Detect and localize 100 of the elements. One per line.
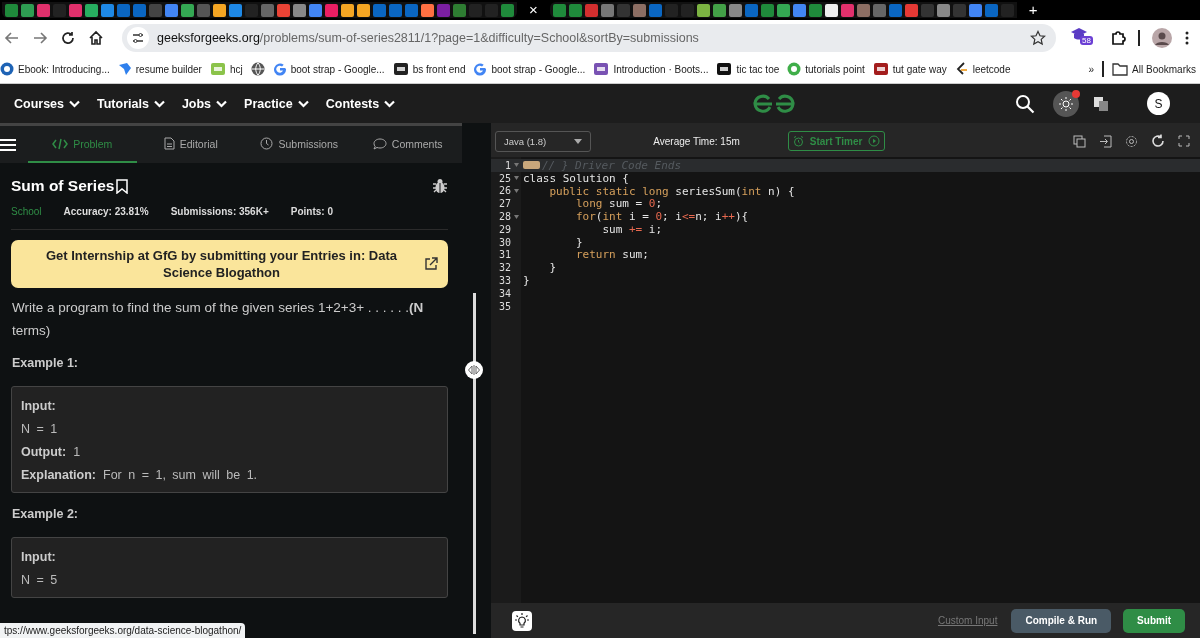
bookmark-item[interactable]: hcj	[209, 62, 243, 76]
problem-tab[interactable]: Problem	[28, 126, 137, 163]
bookmark-item[interactable]: resume builder	[117, 62, 202, 76]
folded-code-marker[interactable]	[523, 161, 540, 170]
code-line: return sum;	[574, 248, 649, 262]
bookmark-item[interactable]: boot strap - Google...	[473, 62, 586, 76]
code-line: long sum = 0;	[574, 197, 663, 211]
reload-icon[interactable]	[60, 29, 76, 46]
line-number: 27	[497, 198, 511, 210]
points-text: Points: 0	[290, 206, 333, 217]
bookmark-icon[interactable]	[116, 178, 129, 194]
tab-favicon-icon[interactable]	[213, 3, 226, 17]
internship-banner[interactable]: Get Internship at GfG by submitting your Entries in: Data Science Blogathon	[11, 240, 448, 288]
line-number: 34	[497, 287, 511, 299]
example-value: N = 5	[21, 572, 58, 589]
tab-favicon-icon[interactable]	[341, 3, 354, 17]
import-icon[interactable]	[1099, 134, 1112, 148]
reset-icon[interactable]	[1151, 134, 1165, 148]
example-label: Explanation:	[21, 467, 96, 484]
bookmark-item[interactable]: bs front end	[392, 62, 466, 76]
home-icon[interactable]	[88, 29, 104, 46]
menu-icon[interactable]	[0, 137, 16, 152]
line-number: 30	[497, 236, 511, 248]
fold-caret-icon[interactable]	[513, 176, 519, 181]
fullscreen-icon[interactable]	[1178, 135, 1190, 147]
fold-caret-icon[interactable]	[513, 189, 519, 193]
nav-menu[interactable]: Tutorials	[97, 96, 165, 111]
arrow-shape-icon	[117, 62, 132, 76]
bookmark-item[interactable]: tic tac toe	[716, 62, 780, 76]
copy-icon[interactable]	[1073, 134, 1086, 148]
tab-favicon-icon[interactable]	[421, 3, 434, 17]
profile-avatar-icon[interactable]	[1152, 27, 1172, 48]
close-tab-button[interactable]: ×	[521, 1, 546, 19]
tab-favicon-icon[interactable]	[824, 3, 838, 17]
address-bar[interactable]: geeksforgeeks.org/problems/sum-of-series2811/1?page=1&difficulty=School&sortBy=submissions	[122, 23, 1056, 52]
folder-icon	[1112, 62, 1129, 76]
settings-icon[interactable]	[1125, 134, 1138, 148]
bookmark-item[interactable]: leetcode	[954, 62, 1011, 76]
example-value: For n = 1, sum will be 1.	[103, 467, 258, 484]
globe-bookmark[interactable]	[250, 62, 265, 76]
problem-tab[interactable]: Submissions	[245, 126, 354, 163]
chevron-down-icon	[297, 99, 309, 108]
forward-icon[interactable]	[32, 29, 48, 46]
compile-run-button[interactable]: Compile & Run	[1011, 608, 1112, 633]
chat-bubble-icon	[372, 137, 387, 150]
problem-tab[interactable]: Editorial	[136, 126, 245, 163]
code-line: }	[574, 235, 583, 249]
submit-button[interactable]: Submit	[1123, 608, 1185, 633]
g-shape-icon	[473, 62, 488, 76]
line-number: 29	[497, 223, 511, 235]
code-line: }	[548, 261, 557, 275]
tab-favicon-icon[interactable]	[712, 3, 726, 17]
puzzle-icon[interactable]	[1110, 29, 1126, 46]
tab-favicon-icon[interactable]	[181, 3, 194, 17]
tab-favicon-icon[interactable]	[776, 3, 790, 17]
tab-favicon-icon[interactable]	[696, 3, 710, 17]
language-dropdown[interactable]: Java (1.8)	[495, 130, 592, 152]
new-tab-button[interactable]: +	[1020, 1, 1046, 19]
example-value: N = 1	[21, 421, 58, 438]
bookmark-item[interactable]: boot strap - Google...	[272, 62, 385, 76]
theme-toggle-button[interactable]	[1053, 90, 1079, 117]
back-icon[interactable]	[4, 29, 20, 46]
chevron-down-icon	[384, 99, 396, 108]
bookmark-item[interactable]: Introduction · Boots...	[593, 62, 709, 76]
nav-menu[interactable]: Jobs	[181, 96, 228, 111]
line-number: 28	[497, 211, 511, 223]
square-favicon-icon	[716, 62, 733, 76]
tab-favicon-icon[interactable]	[85, 3, 98, 17]
bookmark-star-icon[interactable]	[1030, 29, 1046, 46]
extension-button[interactable]: 58	[1070, 26, 1096, 49]
logo-icon[interactable]	[750, 93, 797, 114]
fold-caret-icon[interactable]	[513, 163, 519, 168]
line-number: 35	[497, 300, 511, 312]
nav-menu[interactable]: Contests	[325, 96, 396, 111]
bookmark-item[interactable]: tutorials point	[787, 62, 865, 76]
nav-menu[interactable]: Courses	[14, 96, 81, 111]
hint-button[interactable]	[512, 610, 532, 631]
bug-icon[interactable]	[432, 178, 448, 194]
line-number: 32	[497, 262, 511, 274]
square-favicon-icon	[872, 62, 889, 76]
all-bookmarks-button[interactable]: All Bookmarks	[1112, 62, 1196, 76]
fold-caret-icon[interactable]	[513, 214, 519, 219]
site-settings-icon[interactable]	[127, 26, 149, 49]
search-icon[interactable]	[1015, 93, 1035, 114]
problem-tab[interactable]: Comments	[353, 126, 462, 163]
chevron-down-icon	[69, 99, 81, 108]
submissions-count: Submissions: 356K+	[170, 206, 269, 217]
bookmark-item[interactable]: tut gate way	[872, 62, 947, 76]
code-line: for(int i = 0; i<=n; i++){	[574, 210, 749, 224]
more-bookmarks-button[interactable]: »	[1088, 63, 1095, 75]
tab-favicon-icon[interactable]	[357, 3, 370, 17]
bookmark-item[interactable]: Ebook: Introducing...	[0, 62, 110, 76]
nav-menu[interactable]: Practice	[244, 96, 309, 111]
user-avatar[interactable]: S	[1147, 92, 1170, 115]
example-label: Input:	[21, 549, 56, 566]
code-line: class Solution {	[523, 171, 629, 185]
start-timer-button[interactable]: Start Timer	[787, 131, 886, 151]
menu-icon[interactable]	[1184, 29, 1190, 46]
resize-handle[interactable]	[465, 361, 483, 379]
code-line: public static long seriesSum(int n) {	[548, 184, 795, 198]
